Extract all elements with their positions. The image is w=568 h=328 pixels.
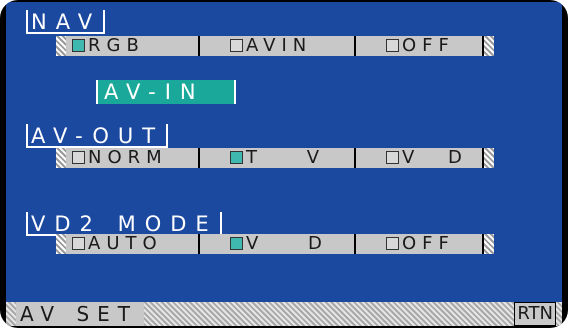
checkbox-icon bbox=[72, 236, 85, 250]
checkbox-icon bbox=[386, 150, 399, 164]
option-label: V D bbox=[246, 233, 344, 254]
avout-option-vd[interactable]: V D bbox=[382, 148, 484, 168]
row-right-cap bbox=[484, 234, 494, 254]
row-right-cap bbox=[484, 36, 494, 56]
option-label: OFF bbox=[402, 233, 455, 254]
nav-option-off[interactable]: OFF bbox=[382, 36, 484, 56]
option-label: T V bbox=[246, 147, 342, 168]
avout-section-title: AV-OUT bbox=[26, 124, 169, 148]
screen: NAV RGB AVIN OFF AV-IN AV-OUT NORM T V V… bbox=[6, 2, 562, 326]
checkbox-icon bbox=[230, 236, 243, 250]
nav-option-rgb[interactable]: RGB bbox=[68, 36, 200, 56]
row-right-cap bbox=[484, 148, 494, 168]
status-bar: AV SET RTN bbox=[6, 302, 562, 326]
row-left-cap bbox=[56, 234, 66, 254]
vd2-options-row: AUTO V D OFF bbox=[56, 234, 494, 254]
nav-options-row: RGB AVIN OFF bbox=[56, 36, 494, 56]
vd2-option-vd[interactable]: V D bbox=[226, 234, 356, 254]
return-button[interactable]: RTN bbox=[514, 302, 556, 326]
checkbox-icon bbox=[72, 150, 85, 164]
option-label: V D bbox=[402, 147, 476, 168]
vd2-option-off[interactable]: OFF bbox=[382, 234, 484, 254]
status-bar-title: AV SET bbox=[16, 302, 144, 326]
avout-option-norm[interactable]: NORM bbox=[68, 148, 200, 168]
checkbox-icon bbox=[230, 38, 243, 52]
option-label: RGB bbox=[88, 35, 145, 56]
checkbox-icon bbox=[386, 236, 399, 250]
option-label: AVIN bbox=[246, 35, 313, 56]
vd2-option-auto[interactable]: AUTO bbox=[68, 234, 200, 254]
av-in-banner[interactable]: AV-IN bbox=[96, 80, 236, 104]
option-label: NORM bbox=[88, 147, 168, 168]
avout-options-row: NORM T V V D bbox=[56, 148, 494, 168]
row-left-cap bbox=[56, 148, 66, 168]
checkbox-icon bbox=[72, 38, 85, 52]
option-label: AUTO bbox=[88, 233, 163, 254]
checkbox-icon bbox=[386, 38, 399, 52]
option-label: OFF bbox=[402, 35, 455, 56]
nav-option-avin[interactable]: AVIN bbox=[226, 36, 356, 56]
checkbox-icon bbox=[230, 150, 243, 164]
nav-section-title: NAV bbox=[26, 10, 106, 34]
device-frame: NAV RGB AVIN OFF AV-IN AV-OUT NORM T V V… bbox=[0, 0, 568, 328]
row-left-cap bbox=[56, 36, 66, 56]
avout-option-tv[interactable]: T V bbox=[226, 148, 356, 168]
